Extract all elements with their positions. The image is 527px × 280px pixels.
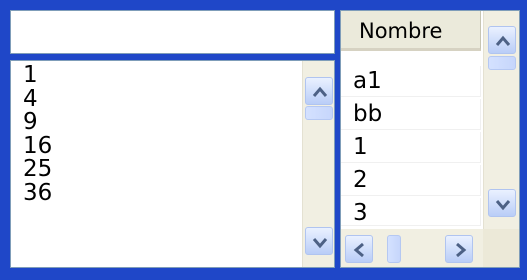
table-cell: a1 xyxy=(353,68,382,94)
number-listbox[interactable]: 1 4 9 16 25 36 xyxy=(10,60,335,268)
scroll-down-button[interactable] xyxy=(305,227,333,255)
grid-scroll-down-button[interactable] xyxy=(488,189,516,217)
column-header-nombre[interactable]: Nombre xyxy=(341,11,481,51)
listbox-vertical-scrollbar[interactable] xyxy=(302,61,334,267)
chevron-up-icon xyxy=(312,86,328,97)
column-header-label: Nombre xyxy=(359,19,443,43)
scrollbar-corner xyxy=(483,229,519,267)
window-frame: 1 4 9 16 25 36 Nombre a1 bb 1 2 3 xyxy=(0,0,527,280)
grid-horizontal-thumb[interactable] xyxy=(387,235,401,263)
listbox-items: 1 4 9 16 25 36 xyxy=(23,63,52,206)
grid-scroll-up-button[interactable] xyxy=(488,26,516,54)
list-item[interactable]: 25 xyxy=(23,157,52,182)
table-cell: bb xyxy=(353,101,383,127)
chevron-down-icon xyxy=(495,200,511,211)
chevron-down-icon xyxy=(312,238,328,249)
table-cell: 3 xyxy=(353,200,368,226)
grid-scroll-left-button[interactable] xyxy=(345,235,373,263)
grid-scroll-right-button[interactable] xyxy=(445,235,473,263)
chevron-right-icon xyxy=(456,242,467,258)
table-cell: 2 xyxy=(353,167,368,193)
table-cell: 1 xyxy=(353,134,368,160)
table-row[interactable]: bb xyxy=(341,99,481,130)
text-input[interactable] xyxy=(10,10,335,54)
list-item[interactable]: 1 xyxy=(23,63,52,88)
scroll-up-button[interactable] xyxy=(305,77,333,105)
table-row[interactable]: 2 xyxy=(341,165,481,196)
chevron-up-icon xyxy=(495,35,511,46)
scroll-thumb[interactable] xyxy=(305,106,333,120)
grid-vertical-scrollbar[interactable] xyxy=(483,11,519,229)
grid-scroll-thumb[interactable] xyxy=(488,56,516,70)
list-item[interactable]: 4 xyxy=(23,87,52,112)
list-item[interactable]: 36 xyxy=(23,181,52,206)
table-row[interactable]: 1 xyxy=(341,132,481,163)
table-row[interactable]: 3 xyxy=(341,198,481,226)
list-item[interactable]: 16 xyxy=(23,134,52,159)
chevron-left-icon xyxy=(353,242,364,258)
data-grid[interactable]: Nombre a1 bb 1 2 3 xyxy=(340,10,520,268)
table-row[interactable]: a1 xyxy=(341,66,481,97)
grid-horizontal-scrollbar[interactable] xyxy=(341,229,483,267)
list-item[interactable]: 9 xyxy=(23,110,52,135)
